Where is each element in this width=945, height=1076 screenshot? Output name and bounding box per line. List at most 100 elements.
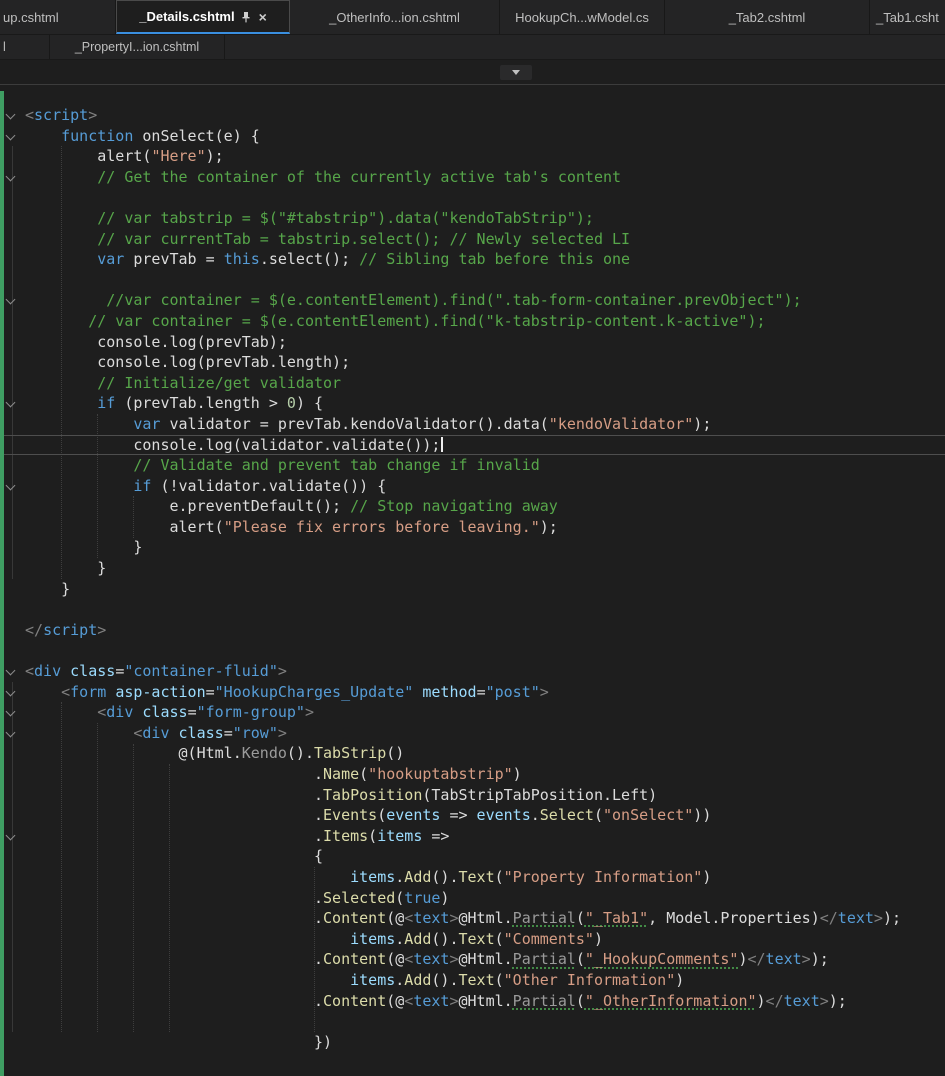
code-token: function [61, 126, 134, 145]
code-line[interactable] [0, 640, 945, 661]
code-line[interactable]: <div class="form-group"> [0, 702, 945, 723]
code-text: </script> [25, 620, 106, 641]
code-line[interactable]: items.Add().Text("Other Information") [0, 970, 945, 991]
code-line[interactable]: // var container = $(e.contentElement).f… [0, 311, 945, 332]
code-editor[interactable]: <script> function onSelect(e) { alert("H… [0, 85, 945, 1076]
code-token: events [476, 806, 531, 825]
code-line[interactable]: .Content(@<text>@Html.Partial("_Tab1", M… [0, 908, 945, 929]
code-line[interactable]: alert("Here"); [0, 146, 945, 167]
code-line[interactable]: .Selected(true) [0, 888, 945, 909]
code-line[interactable] [0, 1011, 945, 1032]
code-line[interactable]: items.Add().Text("Comments") [0, 929, 945, 950]
code-line[interactable]: } [0, 579, 945, 600]
pin-icon[interactable] [241, 11, 251, 23]
code-token: "Comments" [503, 929, 594, 948]
code-token: }) [25, 1032, 333, 1051]
code-token: text [413, 991, 450, 1010]
code-token: (). [286, 744, 314, 763]
document-tab[interactable]: l [0, 35, 50, 59]
code-text: // var currentTab = tabstrip.select(); /… [25, 229, 630, 250]
chevron-down-icon [512, 70, 520, 75]
code-line[interactable]: var validator = prevTab.kendoValidator()… [0, 414, 945, 435]
code-line[interactable]: .Content(@<text>@Html.Partial("_OtherInf… [0, 991, 945, 1012]
code-text: console.log(validator.validate()); [25, 435, 444, 456]
document-tab[interactable]: _PropertyI...ion.cshtml [50, 35, 225, 59]
code-line[interactable]: // Get the container of the currently ac… [0, 167, 945, 188]
code-line[interactable]: // var currentTab = tabstrip.select(); /… [0, 229, 945, 250]
code-line[interactable]: <div class="row"> [0, 723, 945, 744]
code-token: Partial [512, 950, 576, 969]
code-line[interactable]: .Content(@<text>@Html.Partial("_HookupCo… [0, 949, 945, 970]
code-line[interactable]: // Validate and prevent tab change if in… [0, 455, 945, 476]
code-text: <div class="row"> [25, 723, 287, 744]
code-line[interactable]: } [0, 558, 945, 579]
code-line[interactable]: </script> [0, 620, 945, 641]
code-line[interactable]: .TabPosition(TabStripTabPosition.Left) [0, 785, 945, 806]
code-token: "form-group" [196, 703, 305, 722]
code-line[interactable]: .Name("hookuptabstrip") [0, 764, 945, 785]
code-text: console.log(prevTab); [25, 332, 287, 353]
code-token: text [413, 909, 450, 928]
code-line[interactable]: function onSelect(e) { [0, 126, 945, 147]
code-line[interactable] [0, 599, 945, 620]
code-line[interactable]: <script> [0, 105, 945, 126]
collapse-toggle-button[interactable] [500, 65, 532, 80]
code-token: (@ [386, 909, 405, 928]
current-code-line[interactable]: console.log(validator.validate()); [0, 435, 945, 456]
code-line[interactable]: { [0, 846, 945, 867]
code-line[interactable]: if (!validator.validate()) { [0, 476, 945, 497]
code-token: form [70, 682, 107, 701]
code-line[interactable]: //var container = $(e.contentElement).fi… [0, 290, 945, 311]
code-line[interactable]: var prevTab = this.select(); // Sibling … [0, 249, 945, 270]
code-token: @Html. [458, 909, 513, 928]
code-line[interactable]: if (prevTab.length > 0) { [0, 393, 945, 414]
code-line[interactable]: alert("Please fix errors before leaving.… [0, 517, 945, 538]
code-line[interactable]: console.log(prevTab.length); [0, 352, 945, 373]
code-token: // Sibling tab before this one [359, 250, 631, 269]
code-token: . [25, 950, 324, 969]
code-line[interactable]: <form asp-action="HookupCharges_Update" … [0, 682, 945, 703]
code-line[interactable]: console.log(prevTab); [0, 332, 945, 353]
code-line[interactable]: } [0, 537, 945, 558]
code-token: . [25, 785, 324, 804]
code-text: alert("Here"); [25, 146, 223, 167]
code-line[interactable]: e.preventDefault(); // Stop navigating a… [0, 496, 945, 517]
code-line[interactable]: .Events(events => events.Select("onSelec… [0, 805, 945, 826]
code-line[interactable]: }) [0, 1032, 945, 1053]
code-line[interactable]: // Initialize/get validator [0, 373, 945, 394]
code-token: . [25, 888, 324, 907]
code-text: //var container = $(e.contentElement).fi… [25, 290, 801, 311]
document-tab[interactable]: up.cshtml [0, 0, 116, 34]
document-tab[interactable]: _OtherInfo...ion.cshtml [290, 0, 500, 34]
document-tab[interactable]: _Details.cshtml × [116, 0, 290, 34]
code-line[interactable] [0, 187, 945, 208]
code-text: .Content(@<text>@Html.Partial("_Tab1", M… [25, 908, 901, 929]
document-tab[interactable]: _Tab2.cshtml [665, 0, 870, 34]
code-text: }) [25, 1032, 332, 1053]
code-line[interactable]: items.Add().Text("Property Information") [0, 867, 945, 888]
code-line[interactable]: @(Html.Kendo().TabStrip() [0, 743, 945, 764]
close-icon[interactable]: × [259, 10, 267, 24]
code-line[interactable] [0, 270, 945, 291]
code-token: Selected [323, 888, 396, 907]
tab-label: _OtherInfo...ion.cshtml [329, 9, 460, 25]
code-line[interactable]: <div class="container-fluid"> [0, 661, 945, 682]
code-text: .Content(@<text>@Html.Partial("_HookupCo… [25, 949, 829, 970]
document-tab[interactable]: HookupCh...wModel.cs [500, 0, 665, 34]
document-tab[interactable]: _Tab1.csht [870, 0, 945, 34]
code-token: TabStrip [314, 744, 387, 763]
code-lines: <script> function onSelect(e) { alert("H… [0, 85, 945, 1052]
code-line[interactable]: // var tabstrip = $("#tabstrip").data("k… [0, 208, 945, 229]
code-token: e.preventDefault(); [25, 497, 351, 516]
code-text: } [25, 537, 142, 558]
code-token: // var currentTab = tabstrip.select(); /… [97, 229, 631, 248]
code-line[interactable]: .Items(items => [0, 826, 945, 847]
